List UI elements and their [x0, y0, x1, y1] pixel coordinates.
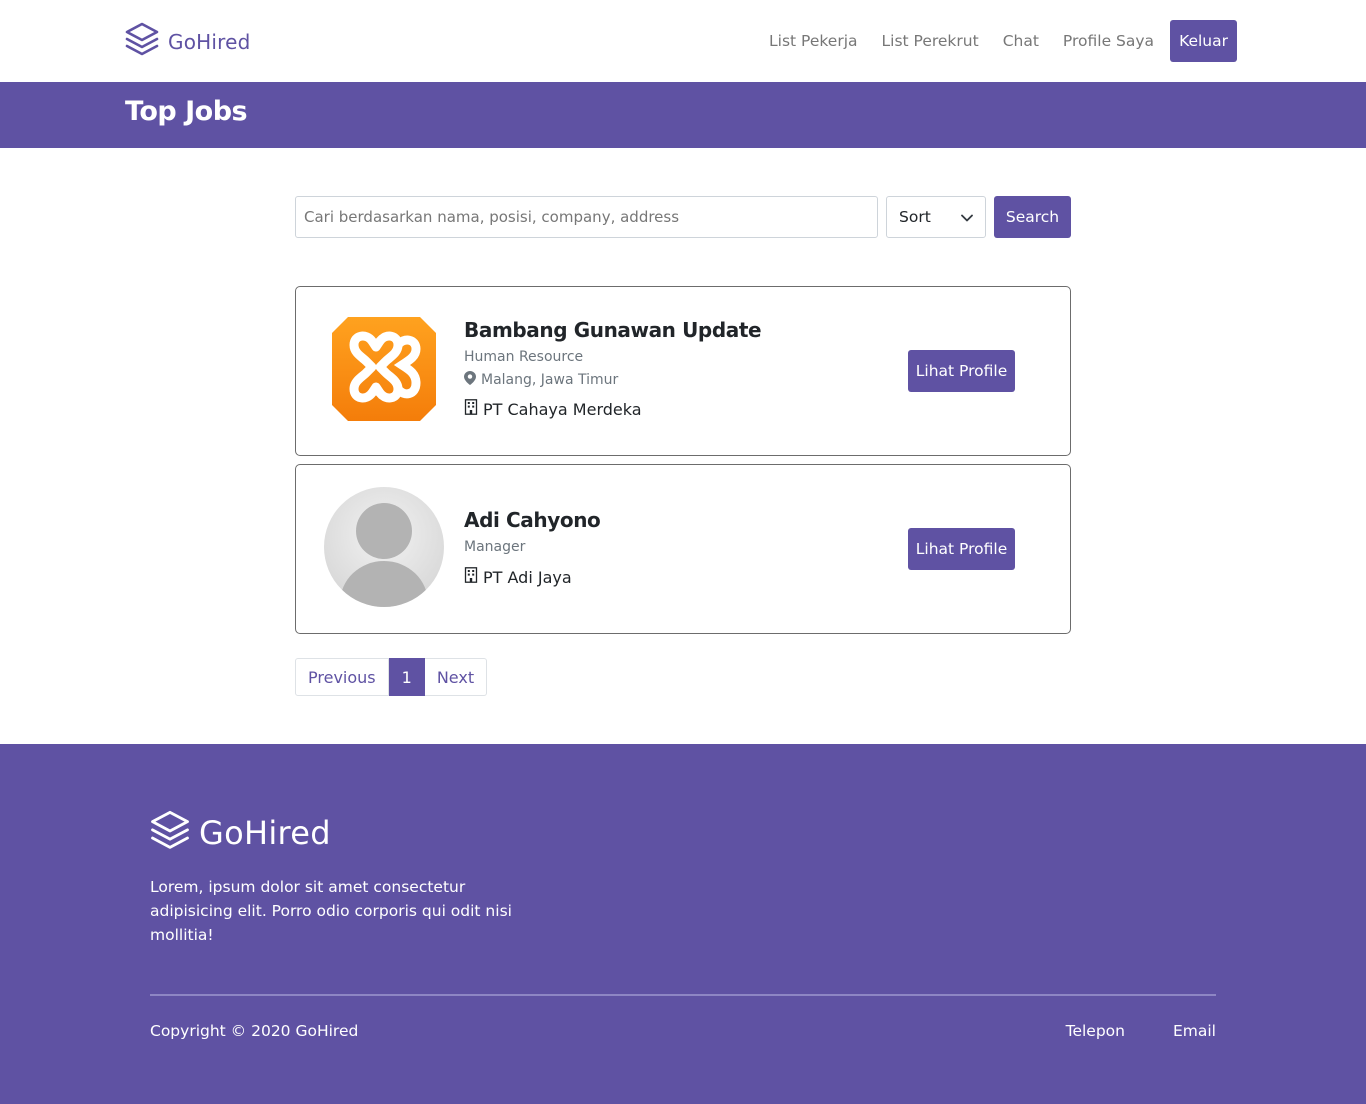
view-profile-button[interactable]: Lihat Profile	[908, 350, 1015, 392]
layers-logo-icon	[125, 22, 159, 62]
building-icon	[464, 399, 478, 419]
pagination: Previous 1 Next	[295, 658, 488, 696]
nav-menu: List Pekerja List Perekrut Chat Profile …	[745, 20, 1237, 62]
footer-links: Telepon Email	[1066, 1022, 1216, 1040]
nav-list-pekerja[interactable]: List Pekerja	[769, 32, 858, 50]
logout-button[interactable]: Keluar	[1170, 20, 1237, 62]
footer-link-email[interactable]: Email	[1173, 1022, 1216, 1040]
worker-info: Bambang Gunawan Update Human Resource Ma…	[464, 318, 762, 419]
nav-profile-saya[interactable]: Profile Saya	[1063, 32, 1154, 50]
footer: GoHired Lorem, ipsum dolor sit amet cons…	[0, 744, 1366, 1104]
pagination-page-1[interactable]: 1	[388, 658, 425, 696]
pagination-previous[interactable]: Previous	[295, 658, 389, 696]
pagination-next[interactable]: Next	[424, 658, 488, 696]
worker-card: Bambang Gunawan Update Human Resource Ma…	[295, 286, 1071, 456]
footer-brand: GoHired	[150, 810, 331, 856]
sort-select[interactable]: Sort	[886, 196, 986, 238]
layers-logo-icon	[150, 810, 190, 856]
footer-brand-name: GoHired	[199, 814, 331, 852]
page-title: Top Jobs	[125, 96, 248, 127]
view-profile-button[interactable]: Lihat Profile	[908, 528, 1015, 570]
footer-divider	[150, 994, 1216, 996]
worker-position: Human Resource	[464, 349, 584, 365]
default-user-avatar-icon	[324, 487, 444, 611]
map-pin-icon	[464, 371, 476, 389]
worker-company: PT Adi Jaya	[464, 567, 600, 587]
sort-label: Sort	[899, 208, 931, 226]
avatar	[324, 311, 444, 431]
location-text: Malang, Jawa Timur	[481, 372, 619, 388]
copyright-text: Copyright © 2020 GoHired	[150, 1022, 359, 1040]
worker-name: Adi Cahyono	[464, 508, 601, 532]
brand-name: GoHired	[168, 30, 251, 54]
worker-position: Manager	[464, 539, 526, 555]
worker-company: PT Cahaya Merdeka	[464, 399, 761, 419]
worker-info: Adi Cahyono Manager PT Adi Jaya	[464, 508, 601, 587]
worker-name: Bambang Gunawan Update	[464, 318, 762, 342]
company-text: PT Adi Jaya	[483, 567, 572, 587]
xampp-logo-icon	[330, 315, 438, 427]
chevron-down-icon	[961, 208, 973, 226]
nav-chat[interactable]: Chat	[1003, 32, 1039, 50]
footer-link-telepon[interactable]: Telepon	[1066, 1022, 1125, 1040]
company-text: PT Cahaya Merdeka	[483, 399, 642, 419]
brand-link[interactable]: GoHired	[125, 22, 251, 62]
worker-location: Malang, Jawa Timur	[464, 371, 761, 389]
nav-list-perekrut[interactable]: List Perekrut	[882, 32, 979, 50]
search-button[interactable]: Search	[994, 196, 1071, 238]
footer-description: Lorem, ipsum dolor sit amet consectetur …	[150, 878, 512, 944]
search-input[interactable]	[295, 196, 878, 238]
building-icon	[464, 567, 478, 587]
navbar: GoHired List Pekerja List Perekrut Chat …	[0, 0, 1366, 82]
page-header: Top Jobs	[0, 82, 1366, 148]
worker-card: Adi Cahyono Manager PT Adi Jaya Lihat Pr…	[295, 464, 1071, 634]
avatar	[324, 487, 444, 611]
